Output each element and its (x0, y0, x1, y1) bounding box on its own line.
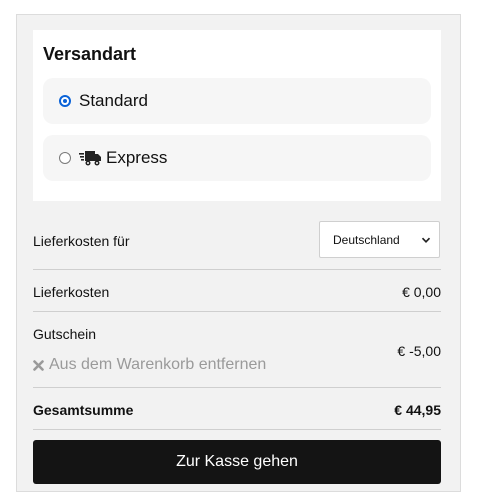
radio-unselected-icon[interactable] (59, 152, 71, 164)
shipping-cost-row: Lieferkosten € 0,00 (33, 284, 441, 300)
divider (33, 429, 441, 430)
remove-voucher-link[interactable]: Aus dem Warenkorb entfernen (33, 356, 266, 374)
radio-selected-icon[interactable] (59, 95, 71, 107)
divider (33, 387, 441, 388)
divider (33, 269, 441, 270)
total-value: € 44,95 (394, 402, 441, 418)
country-select-value: Deutschland (333, 232, 400, 247)
close-icon (33, 359, 44, 371)
voucher-value: € -5,00 (397, 343, 441, 359)
shipping-option-standard[interactable]: Standard (43, 78, 431, 124)
shipping-method-card: Versandart Standard Express (33, 30, 441, 201)
country-select[interactable]: Deutschland (319, 221, 440, 258)
divider (33, 311, 441, 312)
shipping-cost-value: € 0,00 (402, 284, 441, 300)
shipping-option-label: Standard (79, 91, 148, 110)
total-row: Gesamtsumme € 44,95 (33, 402, 441, 418)
shipping-option-label: Express (106, 148, 168, 167)
shipping-cost-label: Lieferkosten (33, 284, 110, 300)
checkout-button[interactable]: Zur Kasse gehen (33, 440, 441, 484)
shipping-method-title: Versandart (43, 44, 137, 64)
voucher-label: Gutschein (33, 326, 97, 342)
remove-voucher-label: Aus dem Warenkorb entfernen (49, 356, 267, 373)
total-label: Gesamtsumme (33, 402, 134, 418)
shipping-option-express[interactable]: Express (43, 135, 431, 181)
cart-summary-panel: Versandart Standard Express Lieferkosten… (16, 14, 461, 492)
truck-icon (79, 151, 101, 166)
chevron-down-icon (421, 237, 431, 244)
